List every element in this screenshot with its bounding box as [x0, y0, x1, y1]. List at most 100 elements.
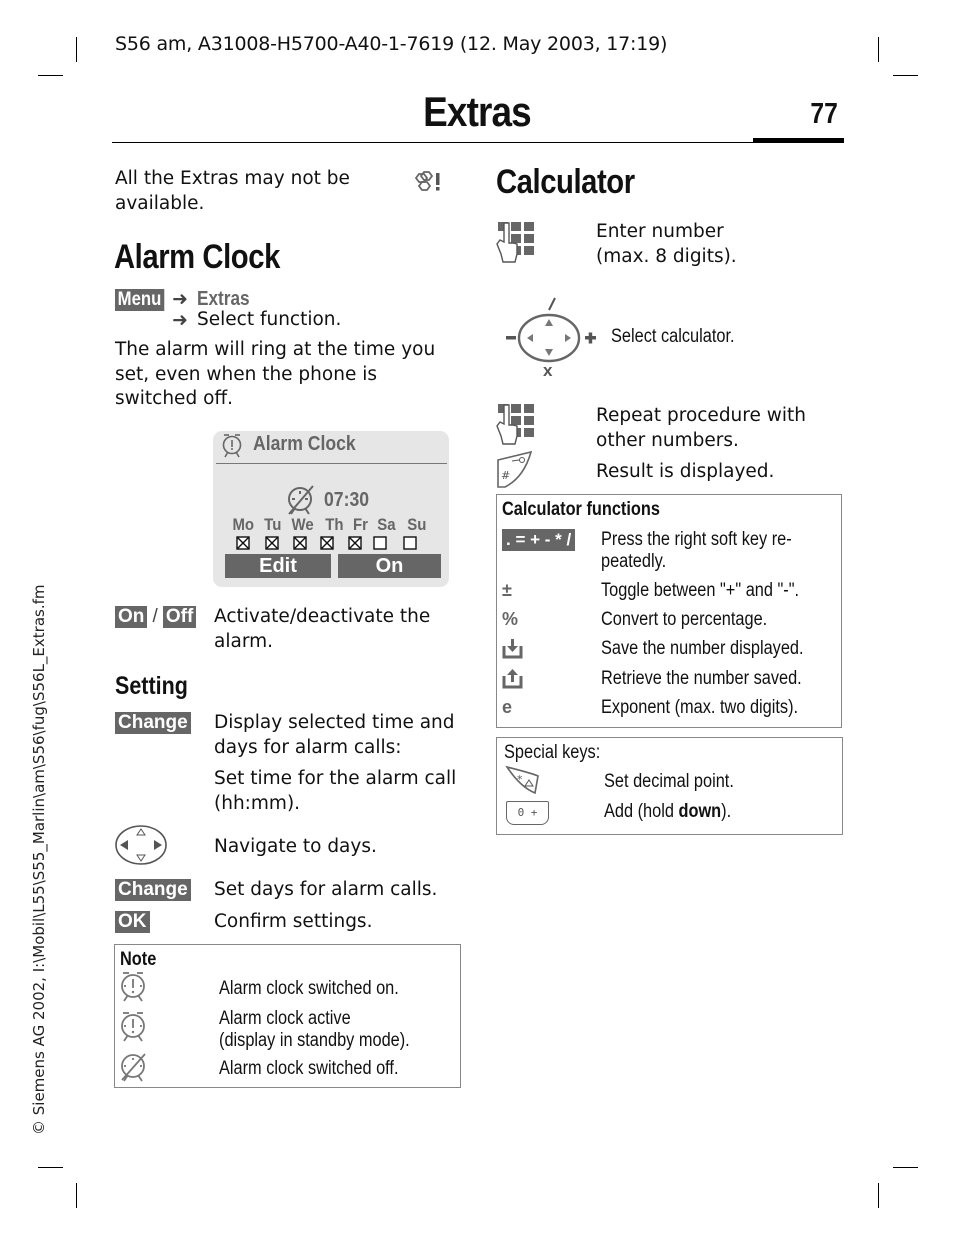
change-key: Change	[115, 712, 191, 734]
crop-mark	[893, 1167, 918, 1168]
text-line: Enter number	[596, 221, 724, 242]
chapter-title: Extras	[423, 88, 532, 135]
crop-mark	[893, 75, 918, 76]
svg-text:x: x	[543, 361, 553, 378]
menu-step-select: Select function.	[197, 309, 342, 330]
day-label: Tu	[264, 515, 282, 534]
function-text: Save the number displayed.	[601, 638, 804, 659]
zero-key-icon: 0 +	[506, 801, 549, 825]
setting-step-confirm: Confirm settings.	[214, 911, 373, 932]
keypad-icon	[496, 222, 534, 263]
text-line: other numbers.	[596, 429, 739, 451]
day-label: Sa	[377, 515, 396, 534]
text-line: Set time for the alarm call	[214, 768, 457, 789]
day-label: Th	[325, 515, 344, 534]
function-text: Exponent (max. two digits).	[601, 697, 799, 718]
setting-heading: Setting	[115, 672, 188, 700]
crop-mark	[38, 75, 63, 76]
text-line: (hh:mm).	[214, 792, 301, 814]
text-line: alarm.	[214, 630, 273, 652]
step-select-calculator: Select calculator.	[611, 326, 735, 347]
note-text: Alarm clock active (display in standby m…	[219, 1008, 410, 1052]
setting-step-days: Set days for alarm calls.	[214, 879, 438, 900]
percent-symbol: %	[502, 609, 519, 629]
ok-key: OK	[115, 911, 150, 933]
setting-step-display: Display selected time and days for alarm…	[214, 711, 455, 760]
alarm-on-icon	[121, 972, 145, 1002]
alarm-active-icon	[121, 1012, 145, 1042]
arrow-icon: ➜	[172, 288, 188, 310]
crop-mark	[38, 1167, 63, 1168]
alarm-description: The alarm will ring at the time you set,…	[115, 338, 435, 412]
display-title: Alarm Clock	[253, 433, 356, 455]
softkey-edit[interactable]: Edit	[225, 554, 331, 578]
keypad-icon	[496, 404, 534, 445]
crop-mark	[878, 1183, 879, 1208]
ok-key-label[interactable]: OK	[115, 911, 150, 933]
setting-step-navigate: Navigate to days.	[214, 836, 377, 857]
change-key-label[interactable]: Change	[115, 712, 191, 734]
text-line: Display selected time and	[214, 712, 455, 733]
alarm-time: 07:30	[324, 489, 370, 511]
on-key[interactable]: On	[115, 606, 148, 628]
plus-minus-symbol: ±	[502, 580, 512, 600]
display-divider	[216, 463, 447, 464]
control-key-icon: x	[506, 297, 596, 378]
crop-mark	[878, 37, 879, 62]
special-key-text: Add (hold down).	[604, 801, 731, 823]
text-line: Alarm clock active	[219, 1008, 351, 1029]
day-checkbox[interactable]	[320, 536, 334, 550]
file-path-note: © Siemens AG 2002, I:\Mobil\L55\S55_Marl…	[30, 584, 48, 1136]
day-checkbox[interactable]	[403, 536, 417, 550]
function-text: Toggle between "+" and "-".	[601, 580, 800, 601]
text-line: switched off.	[115, 388, 234, 409]
text-line: peatedly.	[601, 551, 667, 572]
header-rule	[112, 142, 844, 143]
day-label: Mo	[232, 515, 255, 534]
special-keys-box: Special keys: * Set decimal point. 0 + A…	[496, 737, 843, 835]
alarm-off-icon	[121, 1053, 146, 1082]
text-line: The alarm will ring at the time you	[115, 339, 436, 360]
separator: /	[152, 606, 158, 627]
special-key-text: Set decimal point.	[604, 771, 734, 792]
note-text: Alarm clock switched on.	[219, 978, 399, 999]
text-line: (display in standby mode).	[219, 1030, 410, 1051]
day-label: Fr	[353, 515, 368, 534]
document-info: S56 am, A31008-H5700-A40-1-7619 (12. May…	[115, 33, 668, 55]
crop-mark	[76, 37, 77, 62]
menu-path: Menu	[115, 289, 171, 311]
menu-key[interactable]: Menu	[115, 289, 164, 311]
svg-text:#: #	[501, 469, 510, 482]
availability-note: All the Extras may not be available.	[115, 167, 350, 216]
exponent-symbol: e	[502, 697, 513, 717]
phone-display: Alarm Clock 07:30 Mo Tu We Th Fr Sa Su E…	[213, 431, 449, 587]
alarm-clock-icon	[222, 434, 242, 458]
function-text: Press the right soft key re- peatedly.	[601, 529, 792, 573]
text-line: available.	[115, 192, 205, 214]
day-checkbox[interactable]	[236, 536, 250, 550]
day-checkbox[interactable]	[348, 536, 362, 550]
text-part: Add (hold	[604, 801, 679, 822]
text-line: Activate/deactivate the	[214, 606, 431, 627]
day-label: Su	[407, 515, 427, 534]
function-text: Convert to percentage.	[601, 609, 768, 630]
text-line: Repeat procedure with	[596, 405, 806, 426]
page-number: 77	[810, 98, 838, 130]
note-box: Note Alarm clock switched on. Alarm cloc…	[114, 944, 461, 1088]
text-line: All the Extras may not be	[115, 168, 350, 189]
text-line: (max. 8 digits).	[596, 245, 737, 267]
text-line: Press the right soft key re-	[601, 529, 792, 550]
day-label: We	[291, 515, 314, 534]
day-checkbox[interactable]	[293, 536, 307, 550]
operator-softkey[interactable]: . = + - * /	[502, 529, 576, 551]
note-heading: Note	[120, 949, 157, 970]
softkey-on[interactable]: On	[338, 554, 441, 578]
day-checkbox[interactable]	[265, 536, 279, 550]
step-result: Result is displayed.	[596, 461, 775, 482]
day-checkbox[interactable]	[373, 536, 387, 550]
setting-step-time: Set time for the alarm call (hh:mm).	[214, 767, 456, 816]
retrieve-number-icon	[502, 669, 523, 689]
function-text: Retrieve the number saved.	[601, 668, 802, 689]
change-key-label[interactable]: Change	[115, 879, 191, 901]
off-key[interactable]: Off	[162, 606, 197, 628]
